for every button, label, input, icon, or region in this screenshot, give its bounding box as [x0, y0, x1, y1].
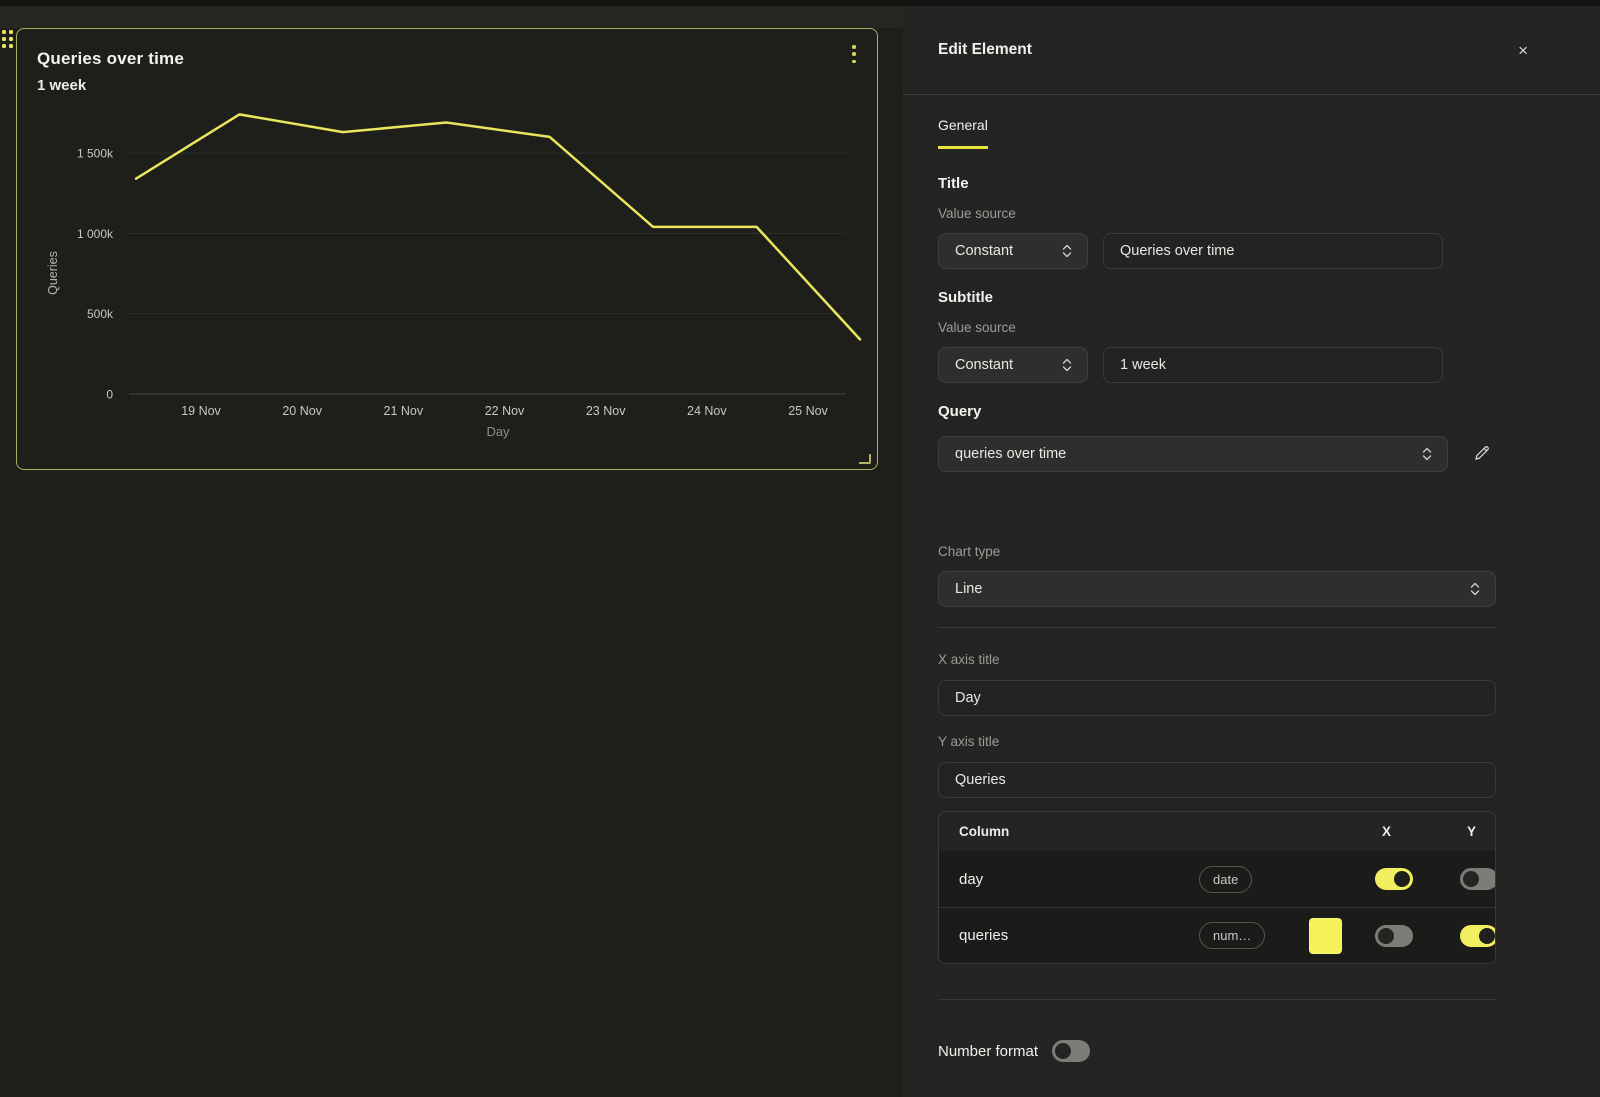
series-color-swatch[interactable] [1309, 918, 1342, 954]
dashboard-canvas[interactable]: 0 500k 1 000k 1 500k 19 Nov 20 Nov 21 Nov 22 No… [0, 6, 903, 1097]
subtitle-section-heading: Subtitle [938, 289, 1496, 306]
svg-text:1 500k: 1 500k [77, 147, 114, 161]
canvas-toolbar-band [0, 6, 903, 28]
query-section-heading: Query [938, 403, 1496, 420]
svg-text:23 Nov: 23 Nov [586, 404, 626, 418]
chart-card-title: Queries over time [37, 49, 184, 69]
number-format-toggle[interactable] [1052, 1040, 1090, 1062]
svg-text:Day: Day [486, 424, 510, 439]
chart-type-select[interactable]: Line [938, 571, 1496, 607]
svg-text:24 Nov: 24 Nov [687, 404, 727, 418]
chevron-up-down-icon [1469, 581, 1481, 597]
number-format-label: Number format [938, 1043, 1038, 1060]
day-x-toggle[interactable] [1375, 868, 1413, 890]
resize-handle[interactable] [859, 454, 871, 464]
svg-text:Queries: Queries [46, 251, 60, 295]
subtitle-value-source-label: Value source [938, 320, 1496, 335]
title-section-heading: Title [938, 175, 1496, 192]
column-name: day [959, 871, 1199, 888]
x-header: X [1375, 824, 1460, 839]
svg-text:0: 0 [106, 388, 113, 402]
panel-header: Edit Element × [903, 6, 1600, 95]
svg-text:500k: 500k [87, 307, 114, 321]
type-badge: num… [1199, 922, 1265, 949]
chart-type-label: Chart type [938, 544, 1496, 559]
tab-general[interactable]: General [938, 117, 988, 149]
section-divider [938, 627, 1496, 628]
edit-element-panel: Edit Element × General Title Value sourc… [903, 6, 1600, 1097]
panel-tabs: General [903, 95, 1600, 149]
type-badge: date [1199, 866, 1252, 893]
svg-text:22 Nov: 22 Nov [485, 404, 525, 418]
panel-content: Title Value source Constant Queries over… [903, 175, 1600, 1062]
y-header: Y [1460, 824, 1496, 839]
columns-table: Column X Y day date queries num… [938, 811, 1496, 964]
chart-card-subtitle: 1 week [37, 77, 86, 94]
svg-text:1 000k: 1 000k [77, 227, 114, 241]
kebab-menu-icon[interactable] [847, 43, 861, 65]
column-header: Column [959, 824, 1199, 839]
queries-y-toggle[interactable] [1460, 925, 1496, 947]
query-select[interactable]: queries over time [938, 436, 1448, 472]
x-axis-title-label: X axis title [938, 652, 1496, 667]
y-axis-title-input[interactable]: Queries [938, 762, 1496, 798]
columns-table-header: Column X Y [939, 812, 1495, 851]
queries-x-toggle[interactable] [1375, 925, 1413, 947]
svg-text:25 Nov: 25 Nov [788, 404, 828, 418]
chevron-up-down-icon [1061, 357, 1073, 373]
day-y-toggle[interactable] [1460, 868, 1496, 890]
chevron-up-down-icon [1421, 446, 1433, 462]
pencil-icon[interactable] [1468, 439, 1496, 470]
svg-text:20 Nov: 20 Nov [282, 404, 322, 418]
panel-title: Edit Element [938, 41, 1032, 59]
table-row-day: day date [939, 851, 1495, 907]
title-source-select[interactable]: Constant [938, 233, 1088, 269]
chevron-up-down-icon [1061, 243, 1073, 259]
close-icon[interactable]: × [1518, 42, 1528, 59]
x-axis-title-input[interactable]: Day [938, 680, 1496, 716]
table-row-queries: queries num… [939, 907, 1495, 963]
svg-text:19 Nov: 19 Nov [181, 404, 221, 418]
y-axis-title-label: Y axis title [938, 734, 1496, 749]
title-value-source-label: Value source [938, 206, 1496, 221]
subtitle-source-select[interactable]: Constant [938, 347, 1088, 383]
svg-text:21 Nov: 21 Nov [384, 404, 424, 418]
line-chart: 0 500k 1 000k 1 500k 19 Nov 20 Nov 21 Nov 22 No… [17, 29, 879, 471]
chart-card[interactable]: 0 500k 1 000k 1 500k 19 Nov 20 Nov 21 Nov 22 No… [16, 28, 878, 470]
app-window: 0 500k 1 000k 1 500k 19 Nov 20 Nov 21 Nov 22 No… [0, 0, 1600, 1097]
drag-handle-icon[interactable] [2, 30, 13, 48]
column-name: queries [959, 927, 1199, 944]
section-divider [938, 999, 1496, 1000]
title-value-input[interactable]: Queries over time [1103, 233, 1443, 269]
subtitle-value-input[interactable]: 1 week [1103, 347, 1443, 383]
